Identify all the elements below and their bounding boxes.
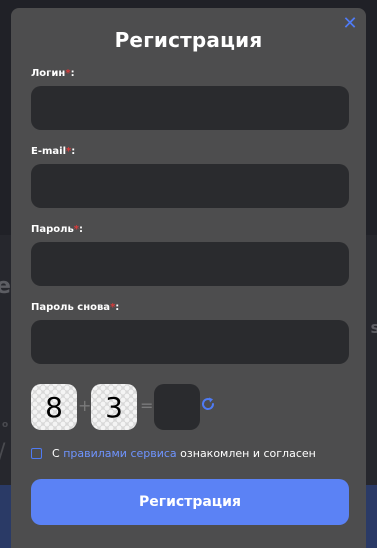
background-partial-text: e (0, 274, 11, 299)
agreement-checkbox[interactable] (31, 447, 42, 459)
password-label: Пароль*: (31, 224, 84, 235)
agreement-text: С правилами сервиса ознакомлен и согласе… (52, 446, 316, 460)
login-field[interactable] (31, 86, 349, 130)
captcha-digit-b: 3 (91, 384, 137, 430)
agreement-row: С правилами сервиса ознакомлен и согласе… (31, 445, 316, 461)
captcha-answer-field[interactable] (154, 384, 200, 430)
password-repeat-label: Пароль снова*: (31, 302, 120, 313)
background-partial-text: s (370, 318, 377, 337)
email-field[interactable] (31, 164, 349, 208)
captcha-digit-a: 8 (31, 384, 77, 430)
background-partial-text: / (0, 440, 5, 465)
captcha-plus: + (78, 396, 92, 415)
register-button[interactable]: Регистрация (31, 479, 349, 525)
email-label: E-mail*: (31, 146, 76, 157)
password-repeat-field[interactable] (31, 320, 349, 364)
refresh-icon[interactable] (200, 396, 216, 412)
captcha-equals: = (140, 396, 154, 415)
password-field[interactable] (31, 242, 349, 286)
background-partial-text: o (2, 420, 9, 430)
login-label: Логин*: (31, 68, 75, 79)
modal-title: Регистрация (114, 28, 263, 52)
rules-link[interactable]: правилами сервиса (63, 447, 176, 460)
registration-modal: ✕ Регистрация Логин*: E-mail*: Пароль*: … (11, 8, 366, 548)
